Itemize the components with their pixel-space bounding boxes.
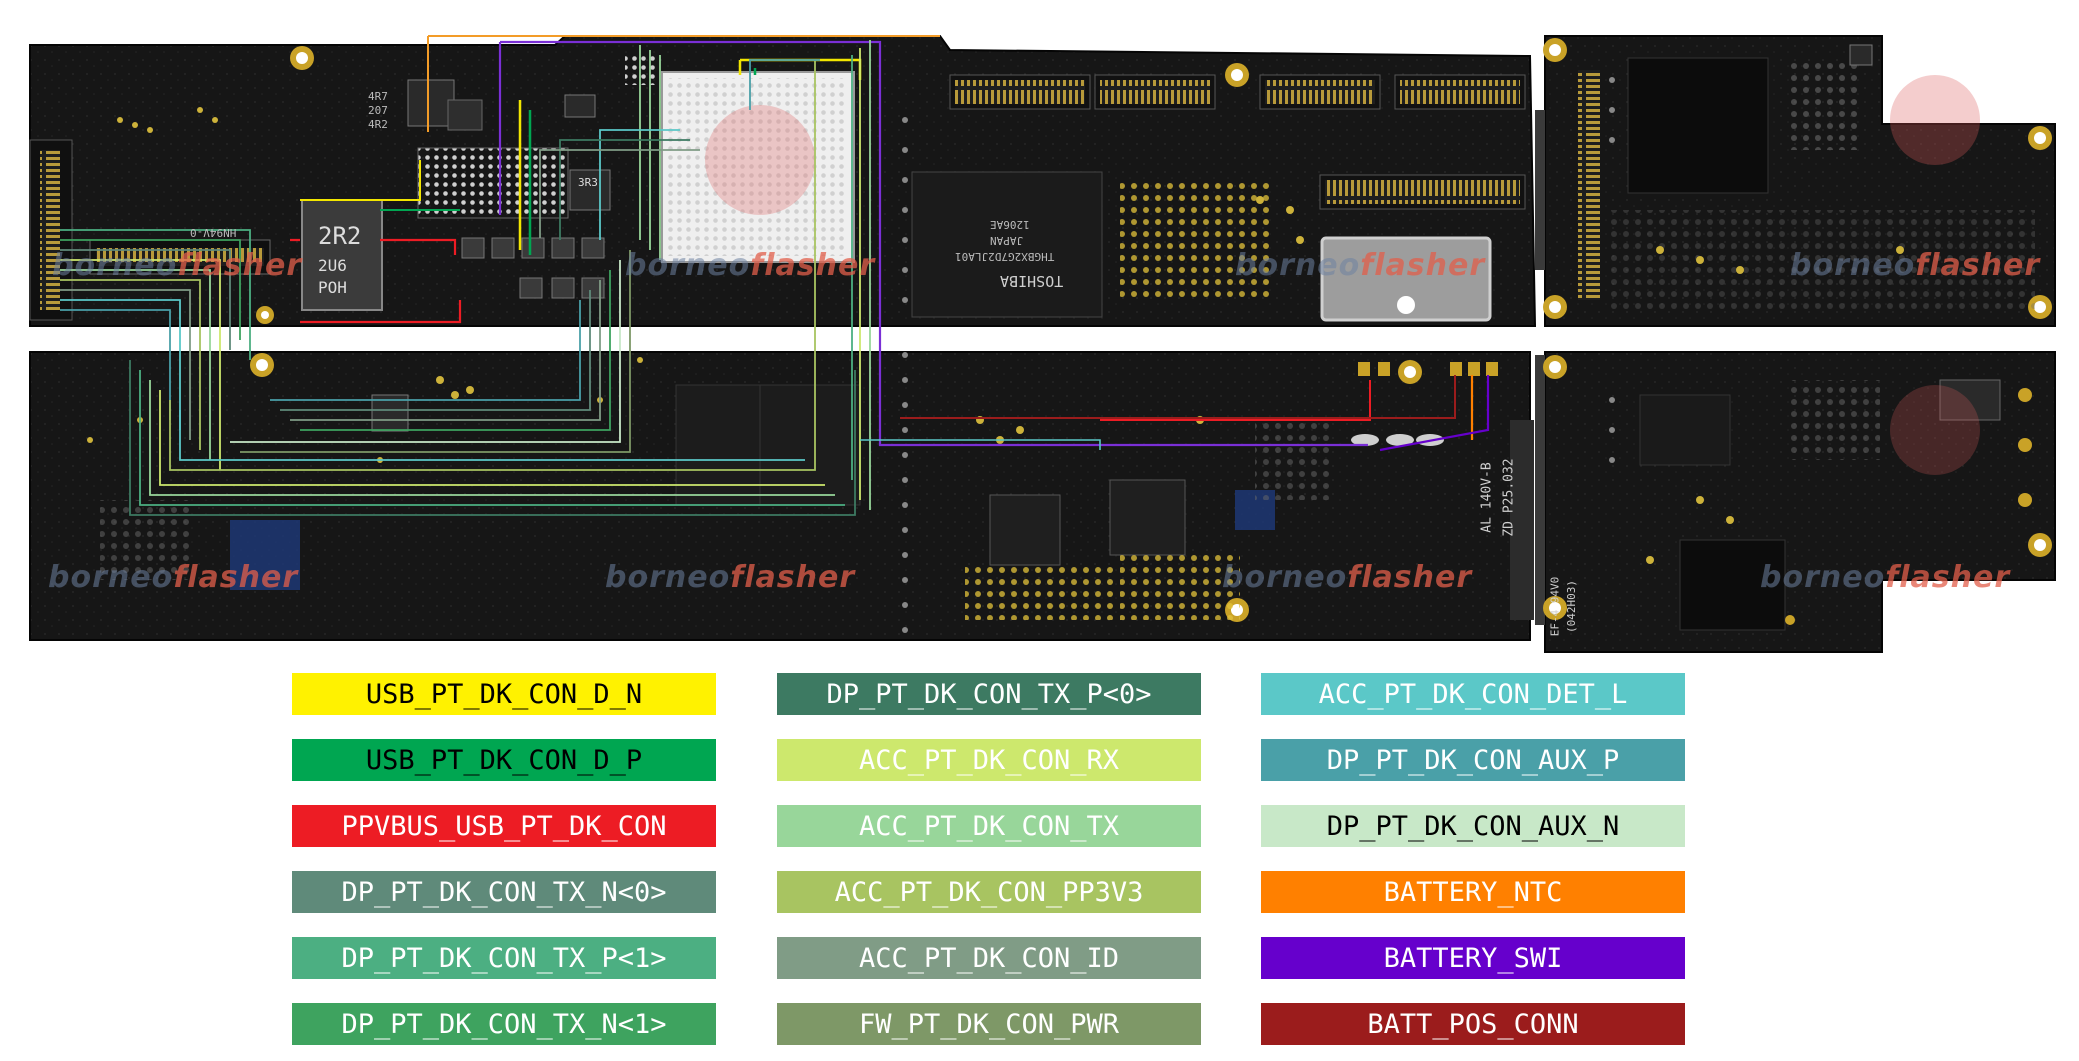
legend-item-dp-tx-n0: DP_PT_DK_CON_TX_N<0> bbox=[292, 871, 716, 913]
big-inductor-label-1: 2R2 bbox=[318, 222, 362, 250]
legend-item-acc-id: ACC_PT_DK_CON_ID bbox=[777, 937, 1201, 979]
pcb-code-label: HN94V-0 bbox=[190, 226, 237, 239]
legend-item-fw-pwr: FW_PT_DK_CON_PWR bbox=[777, 1003, 1201, 1045]
big-inductor-label-3: POH bbox=[318, 278, 347, 297]
nand-code-label-3: 1206AE bbox=[990, 218, 1030, 231]
legend-item-dp-tx-p0: DP_PT_DK_CON_TX_P<0> bbox=[777, 673, 1201, 715]
flex-code-label-2: ZD P25.032 bbox=[1501, 458, 1517, 537]
flex-code-label-4: (042H03) bbox=[1564, 580, 1578, 633]
inductor-label-3: 4R2 bbox=[368, 118, 388, 131]
legend-item-dp-tx-n1: DP_PT_DK_CON_TX_N<1> bbox=[292, 1003, 716, 1045]
legend-item-dp-aux-p: DP_PT_DK_CON_AUX_P bbox=[1261, 739, 1685, 781]
legend-item-batt-ntc: BATTERY_NTC bbox=[1261, 871, 1685, 913]
legend-item-usb-d-p: USB_PT_DK_CON_D_P bbox=[292, 739, 716, 781]
nand-code-label-1: THGBX2G7D2JLA01 bbox=[955, 250, 1055, 263]
legend-item-dp-tx-p1: DP_PT_DK_CON_TX_P<1> bbox=[292, 937, 716, 979]
legend-item-batt-pos: BATT_POS_CONN bbox=[1261, 1003, 1685, 1045]
board-area: 4R7 207 4R2 2R2 2U6 POH 3R3 HN94V-0 TOSH… bbox=[0, 0, 2079, 660]
watermark: borneoflasher bbox=[52, 248, 303, 283]
flex-code-label-1: AL 140V-B bbox=[1479, 462, 1495, 533]
small-inductor-label: 3R3 bbox=[578, 176, 598, 189]
watermark: borneoflasher bbox=[1235, 248, 1486, 283]
watermark: borneoflasher bbox=[1790, 248, 2041, 283]
inductor-label-2: 207 bbox=[368, 104, 388, 117]
legend-item-usb-d-n: USB_PT_DK_CON_D_N bbox=[292, 673, 716, 715]
legend-item-batt-swi: BATTERY_SWI bbox=[1261, 937, 1685, 979]
watermark: borneoflasher bbox=[625, 248, 876, 283]
legend-item-dp-aux-n: DP_PT_DK_CON_AUX_N bbox=[1261, 805, 1685, 847]
signal-legend: USB_PT_DK_CON_D_N USB_PT_DK_CON_D_P PPVBUS… bbox=[0, 660, 2079, 1061]
watermark: borneoflasher bbox=[48, 560, 299, 595]
watermark: borneoflasher bbox=[605, 560, 856, 595]
inductor-label-1: 4R7 bbox=[368, 90, 388, 103]
legend-item-ppvbus: PPVBUS_USB_PT_DK_CON bbox=[292, 805, 716, 847]
nand-brand-label: TOSHIBA bbox=[1000, 272, 1064, 290]
legend-item-acc-pp3v3: ACC_PT_DK_CON_PP3V3 bbox=[777, 871, 1201, 913]
watermark: borneoflasher bbox=[1760, 560, 2011, 595]
big-inductor-label-2: 2U6 bbox=[318, 256, 347, 275]
nand-code-label-2: JAPAN bbox=[990, 234, 1024, 247]
watermark: borneoflasher bbox=[1222, 560, 1473, 595]
legend-item-acc-rx: ACC_PT_DK_CON_RX bbox=[777, 739, 1201, 781]
legend-item-acc-det-l: ACC_PT_DK_CON_DET_L bbox=[1261, 673, 1685, 715]
legend-item-acc-tx: ACC_PT_DK_CON_TX bbox=[777, 805, 1201, 847]
flex-code-label-3: EF-4 94V0 bbox=[1548, 576, 1562, 637]
